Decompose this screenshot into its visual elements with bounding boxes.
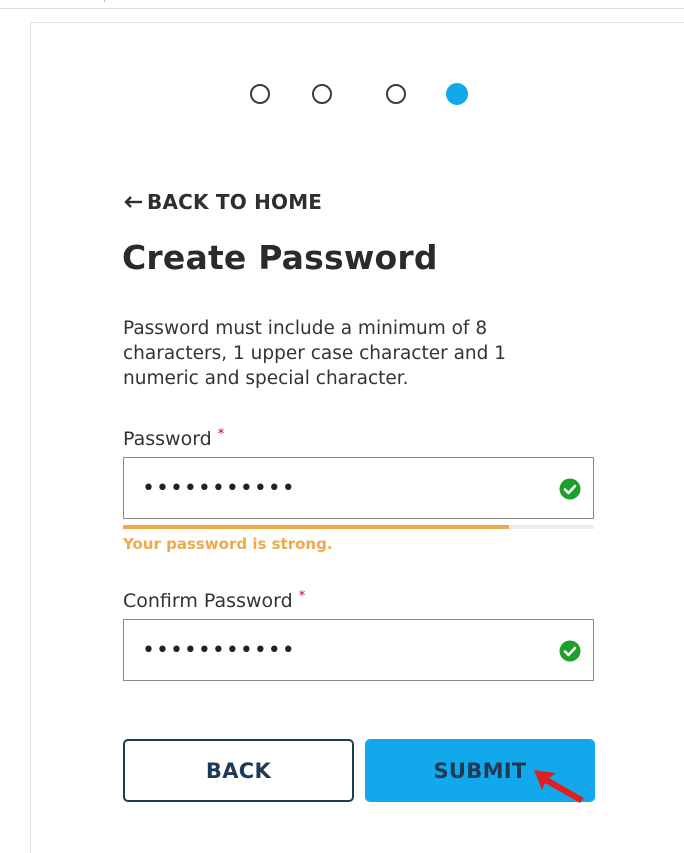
password-field[interactable] bbox=[123, 457, 594, 519]
password-strength-message: Your password is strong. bbox=[123, 535, 333, 553]
back-to-home-label: BACK TO HOME bbox=[147, 190, 323, 214]
back-button[interactable]: BACK bbox=[123, 739, 354, 802]
check-circle-icon bbox=[559, 478, 581, 500]
confirm-password-input[interactable] bbox=[142, 636, 522, 664]
back-to-home-link[interactable]: BACK TO HOME bbox=[124, 190, 322, 214]
confirm-password-label: Confirm Password * bbox=[123, 589, 306, 612]
password-label: Password * bbox=[123, 427, 225, 450]
confirm-password-field[interactable] bbox=[123, 619, 594, 681]
progress-stepper bbox=[0, 83, 684, 108]
check-circle-icon bbox=[559, 640, 581, 662]
red-pointer-arrow-icon bbox=[534, 770, 584, 803]
password-strength-meter bbox=[123, 525, 594, 529]
window-top-edge bbox=[0, 0, 684, 9]
left-arrow-icon bbox=[124, 196, 142, 208]
step-4-indicator-active bbox=[446, 83, 468, 105]
password-label-text: Password bbox=[123, 428, 212, 450]
page-title: Create Password bbox=[122, 238, 438, 277]
required-marker: * bbox=[298, 589, 306, 604]
password-strength-fill bbox=[123, 525, 510, 529]
step-1-indicator bbox=[250, 84, 270, 104]
step-3-indicator bbox=[386, 84, 406, 104]
password-requirements-hint: Password must include a minimum of 8 cha… bbox=[123, 318, 507, 389]
required-marker: * bbox=[217, 427, 225, 442]
window-divider bbox=[96, 0, 105, 2]
password-input[interactable] bbox=[142, 474, 522, 502]
step-2-indicator bbox=[312, 84, 332, 104]
confirm-password-label-text: Confirm Password bbox=[123, 590, 293, 612]
